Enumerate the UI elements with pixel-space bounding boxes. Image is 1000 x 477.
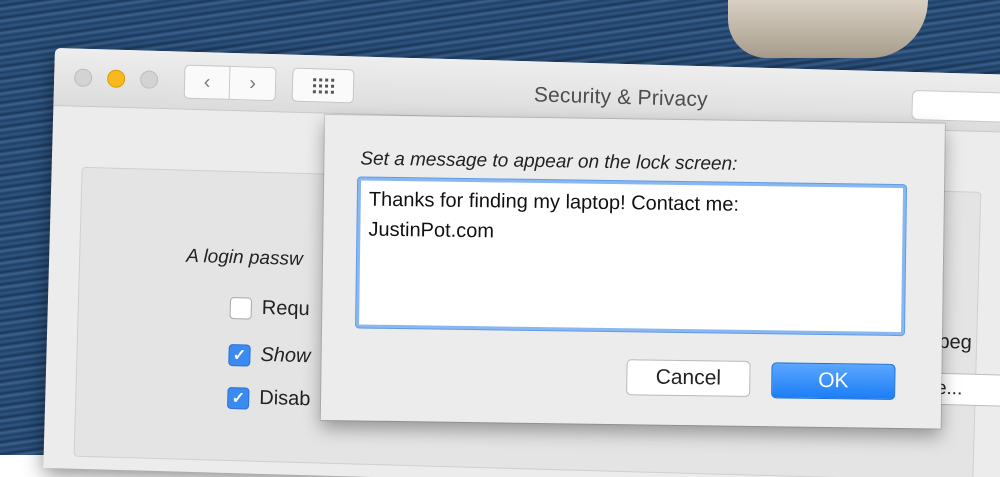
cancel-button[interactable]: Cancel xyxy=(626,359,751,397)
disable-login-row[interactable]: ✓ Disab xyxy=(227,386,311,411)
disable-login-label: Disab xyxy=(259,386,311,411)
require-password-row[interactable]: Requ xyxy=(229,296,310,321)
lock-message-field[interactable]: Thanks for finding my laptop! Contact me… xyxy=(356,177,907,336)
nav-buttons: ‹ › xyxy=(183,64,277,102)
show-message-label: Show xyxy=(260,343,311,368)
close-button[interactable] xyxy=(73,68,93,88)
lock-message-sheet: Set a message to appear on the lock scre… xyxy=(320,115,945,429)
search-input[interactable] xyxy=(911,89,1000,124)
chevron-right-icon: › xyxy=(248,71,257,95)
lock-message-prompt: Set a message to appear on the lock scre… xyxy=(360,148,738,175)
require-password-checkbox[interactable] xyxy=(229,296,253,320)
minimize-button[interactable] xyxy=(106,69,126,88)
chevron-left-icon: ‹ xyxy=(203,70,211,93)
show-all-button[interactable] xyxy=(291,67,355,104)
back-button[interactable]: ‹ xyxy=(183,64,231,100)
login-password-text: A login passw xyxy=(185,245,304,270)
window-title: Security & Privacy xyxy=(533,83,709,112)
show-message-checkbox[interactable]: ✓ xyxy=(228,343,251,367)
ok-button[interactable]: OK xyxy=(771,362,896,400)
background-rock xyxy=(728,0,928,58)
grid-icon xyxy=(312,77,334,94)
show-message-row[interactable]: ✓ Show xyxy=(228,343,311,368)
disable-login-checkbox[interactable]: ✓ xyxy=(227,386,250,410)
zoom-button[interactable] xyxy=(139,70,159,89)
forward-button[interactable]: › xyxy=(229,65,277,102)
require-password-label: Requ xyxy=(261,296,310,321)
